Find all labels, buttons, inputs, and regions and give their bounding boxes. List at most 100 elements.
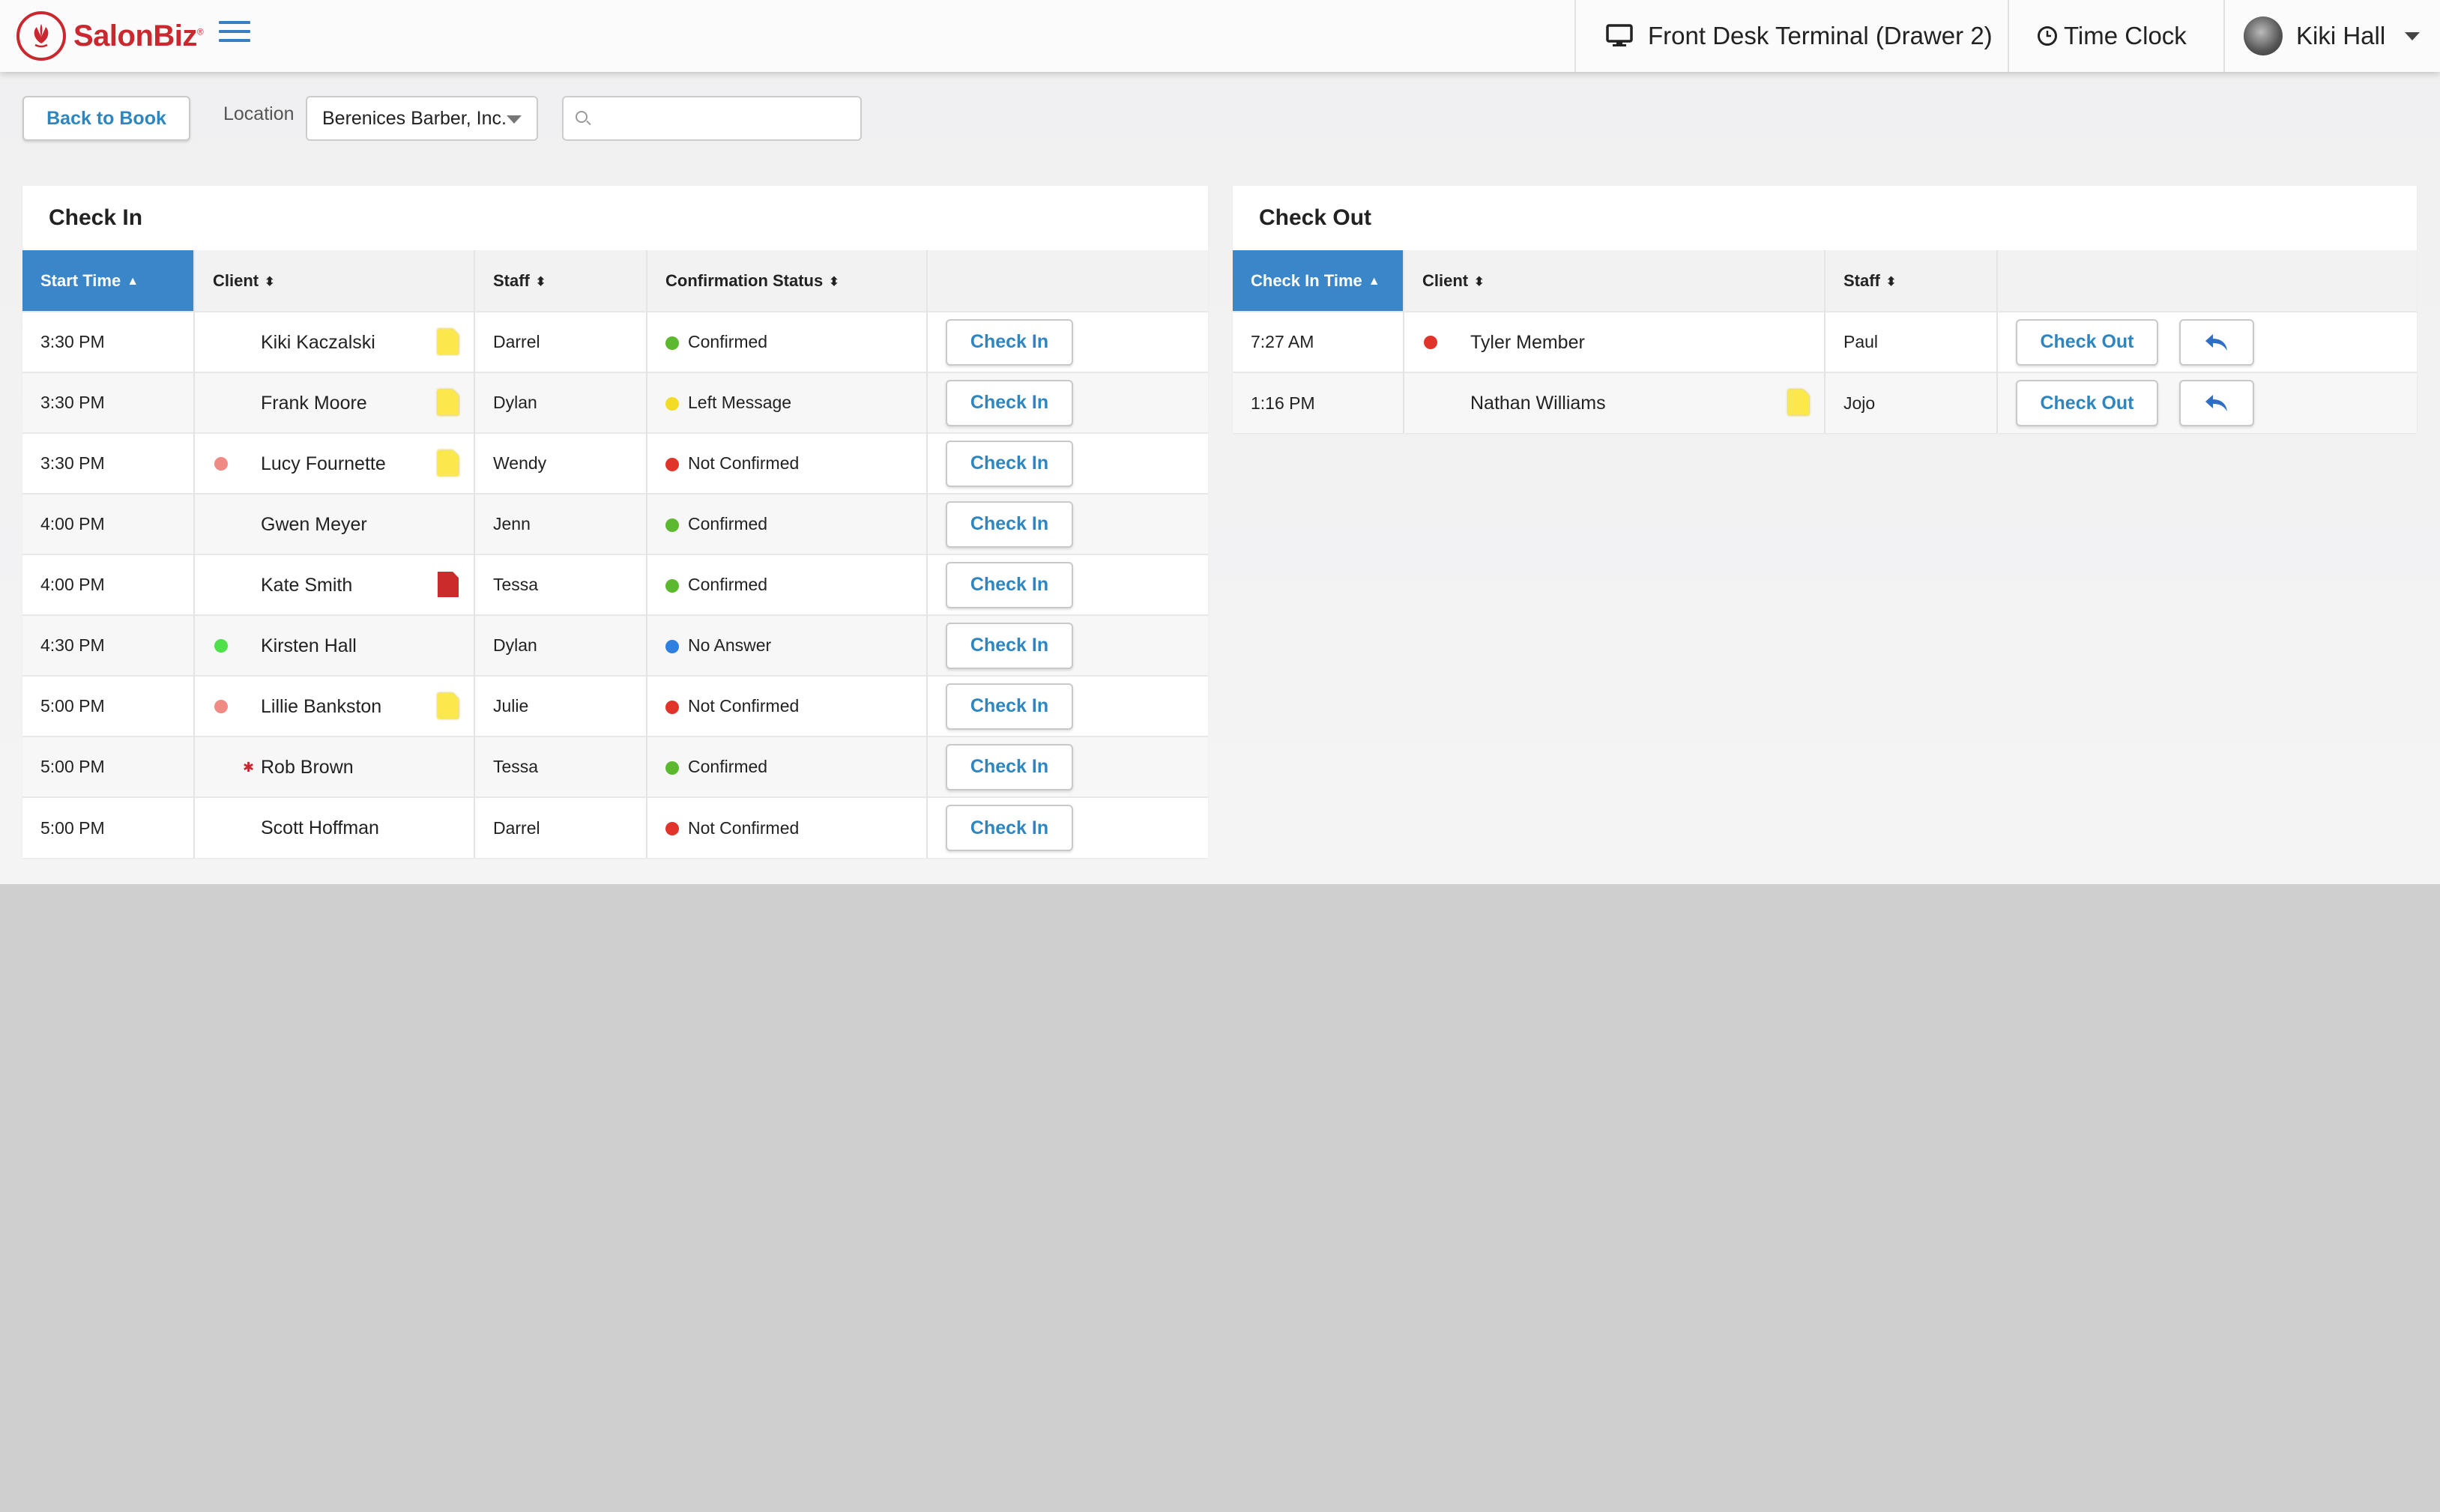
staff-cell: Jenn bbox=[474, 493, 647, 554]
check-in-button[interactable]: Check In bbox=[946, 561, 1073, 608]
reply-arrow-icon bbox=[2205, 333, 2227, 351]
staff-cell: Darrel bbox=[474, 311, 647, 372]
check-in-button[interactable]: Check In bbox=[946, 743, 1073, 790]
table-row: 7:27 AM Tyler Member Paul Check Out bbox=[1233, 311, 2417, 372]
top-bar: SalonBiz® Front Desk Terminal (Drawer 2)… bbox=[0, 0, 2440, 72]
table-row: 5:00 PM Scott Hoffman Darrel Not Confirmed C… bbox=[22, 796, 1208, 858]
column-label: Confirmation Status bbox=[665, 270, 824, 290]
status-dot bbox=[665, 457, 679, 471]
client-cell: Kirsten Hall bbox=[194, 614, 475, 676]
action-cell: Check In bbox=[927, 554, 1208, 615]
sort-icon: ⬍ bbox=[829, 275, 839, 288]
search-icon bbox=[576, 111, 588, 123]
search-box[interactable] bbox=[562, 96, 862, 141]
location-label: Location bbox=[223, 103, 295, 124]
terminal-label: Front Desk Terminal (Drawer 2) bbox=[1648, 22, 1993, 49]
staff-cell: Julie bbox=[474, 675, 647, 737]
terminal-selector[interactable]: Front Desk Terminal (Drawer 2) bbox=[1574, 0, 2008, 72]
check-in-button[interactable]: Check In bbox=[946, 318, 1073, 366]
status-cell: Confirmed bbox=[647, 554, 928, 615]
sort-icon: ⬍ bbox=[535, 275, 546, 288]
client-name[interactable]: Tyler Member bbox=[1470, 332, 1585, 354]
undo-check-in-button[interactable] bbox=[2179, 318, 2254, 366]
back-to-book-button[interactable]: Back to Book bbox=[22, 96, 190, 141]
client-name[interactable]: Kirsten Hall bbox=[261, 635, 357, 657]
client-name[interactable]: Nathan Williams bbox=[1470, 393, 1606, 414]
menu-hamburger-icon[interactable] bbox=[219, 21, 250, 46]
status-cell: Confirmed bbox=[647, 311, 928, 372]
status-text: No Answer bbox=[688, 635, 772, 655]
check-out-panel: Check Out Check In Time ▲ Client ⬍ Staff ⬍ … bbox=[1233, 186, 2417, 433]
check-in-title: Check In bbox=[49, 205, 143, 230]
client-marker-dot bbox=[214, 457, 228, 471]
client-cell: Kiki Kaczalski bbox=[194, 311, 475, 372]
location-select[interactable]: Berenices Barber, Inc. bbox=[306, 96, 538, 141]
clock-icon bbox=[2038, 26, 2057, 46]
client-cell: Kate Smith bbox=[194, 554, 475, 615]
search-input[interactable] bbox=[597, 102, 854, 136]
table-row: 3:30 PM Kiki Kaczalski Darrel Confirmed Chec… bbox=[22, 311, 1208, 372]
check-out-button[interactable]: Check Out bbox=[2016, 318, 2158, 366]
status-cell: Confirmed bbox=[647, 736, 928, 797]
column-header-confirmation-status[interactable]: Confirmation Status ⬍ bbox=[647, 250, 928, 312]
start-time-cell: 4:30 PM bbox=[22, 614, 195, 676]
avatar bbox=[2244, 16, 2283, 55]
client-name[interactable]: Lucy Fournette bbox=[261, 453, 386, 475]
column-header-client[interactable]: Client ⬍ bbox=[1404, 250, 1826, 312]
check-out-button[interactable]: Check Out bbox=[2016, 380, 2158, 426]
client-name[interactable]: Kate Smith bbox=[261, 575, 352, 596]
client-cell: Gwen Meyer bbox=[194, 493, 475, 554]
client-name[interactable]: Rob Brown bbox=[261, 757, 354, 778]
asterisk-icon: ✱ bbox=[243, 760, 255, 775]
check-in-button[interactable]: Check In bbox=[946, 440, 1073, 487]
check-in-button[interactable]: Check In bbox=[946, 683, 1073, 730]
time-clock-button[interactable]: Time Clock bbox=[2008, 0, 2223, 72]
status-dot bbox=[665, 396, 679, 411]
column-header-staff[interactable]: Staff ⬍ bbox=[474, 250, 647, 312]
check-in-button[interactable]: Check In bbox=[946, 379, 1073, 426]
status-text: Confirmed bbox=[688, 575, 768, 594]
check-in-button[interactable]: Check In bbox=[946, 622, 1073, 669]
salonbiz-logo[interactable]: SalonBiz® bbox=[16, 9, 204, 63]
chevron-down-icon bbox=[507, 115, 522, 124]
client-name[interactable]: Frank Moore bbox=[261, 393, 367, 414]
client-marker-dot bbox=[1424, 336, 1437, 349]
action-cell: Check In bbox=[927, 796, 1208, 858]
check-in-button[interactable]: Check In bbox=[946, 501, 1073, 548]
client-name[interactable]: Gwen Meyer bbox=[261, 514, 367, 536]
status-cell: Left Message bbox=[647, 372, 928, 433]
staff-cell: Tessa bbox=[474, 554, 647, 615]
note-icon[interactable] bbox=[1788, 390, 1809, 415]
staff-cell: Darrel bbox=[474, 796, 647, 858]
status-cell: No Answer bbox=[647, 614, 928, 676]
column-label: Staff bbox=[1843, 270, 1880, 290]
user-menu[interactable]: Kiki Hall bbox=[2223, 0, 2440, 72]
action-cell: Check In bbox=[927, 432, 1208, 494]
client-name[interactable]: Kiki Kaczalski bbox=[261, 332, 375, 354]
table-row: 3:30 PM Lucy Fournette Wendy Not Confirmed C… bbox=[22, 432, 1208, 494]
table-row: 4:00 PM Kate Smith Tessa Confirmed Check In bbox=[22, 554, 1208, 615]
red-note-icon[interactable] bbox=[438, 572, 459, 597]
reply-arrow-icon bbox=[2205, 395, 2227, 411]
sort-icon: ⬍ bbox=[1474, 275, 1485, 288]
column-header-staff[interactable]: Staff ⬍ bbox=[1825, 250, 1998, 312]
table-row: 5:00 PM ✱ Rob Brown Tessa Confirmed Check In bbox=[22, 736, 1208, 797]
note-icon[interactable] bbox=[438, 390, 459, 415]
status-dot bbox=[665, 639, 679, 653]
column-label: Client bbox=[1422, 270, 1469, 290]
client-name[interactable]: Lillie Bankston bbox=[261, 696, 381, 718]
client-name[interactable]: Scott Hoffman bbox=[261, 817, 379, 839]
column-header-check-in-time[interactable]: Check In Time ▲ bbox=[1233, 250, 1404, 312]
brand-registered-mark: ® bbox=[196, 26, 204, 37]
note-icon[interactable] bbox=[438, 329, 459, 354]
start-time-cell: 5:00 PM bbox=[22, 675, 195, 737]
column-header-client[interactable]: Client ⬍ bbox=[194, 250, 475, 312]
column-label: Staff bbox=[493, 270, 530, 290]
column-label: Start Time bbox=[40, 270, 121, 290]
check-in-button[interactable]: Check In bbox=[946, 805, 1073, 851]
undo-check-in-button[interactable] bbox=[2179, 380, 2254, 426]
note-icon[interactable] bbox=[438, 450, 459, 476]
note-icon[interactable] bbox=[438, 693, 459, 719]
status-dot bbox=[665, 760, 679, 775]
column-header-start-time[interactable]: Start Time ▲ bbox=[22, 250, 195, 312]
